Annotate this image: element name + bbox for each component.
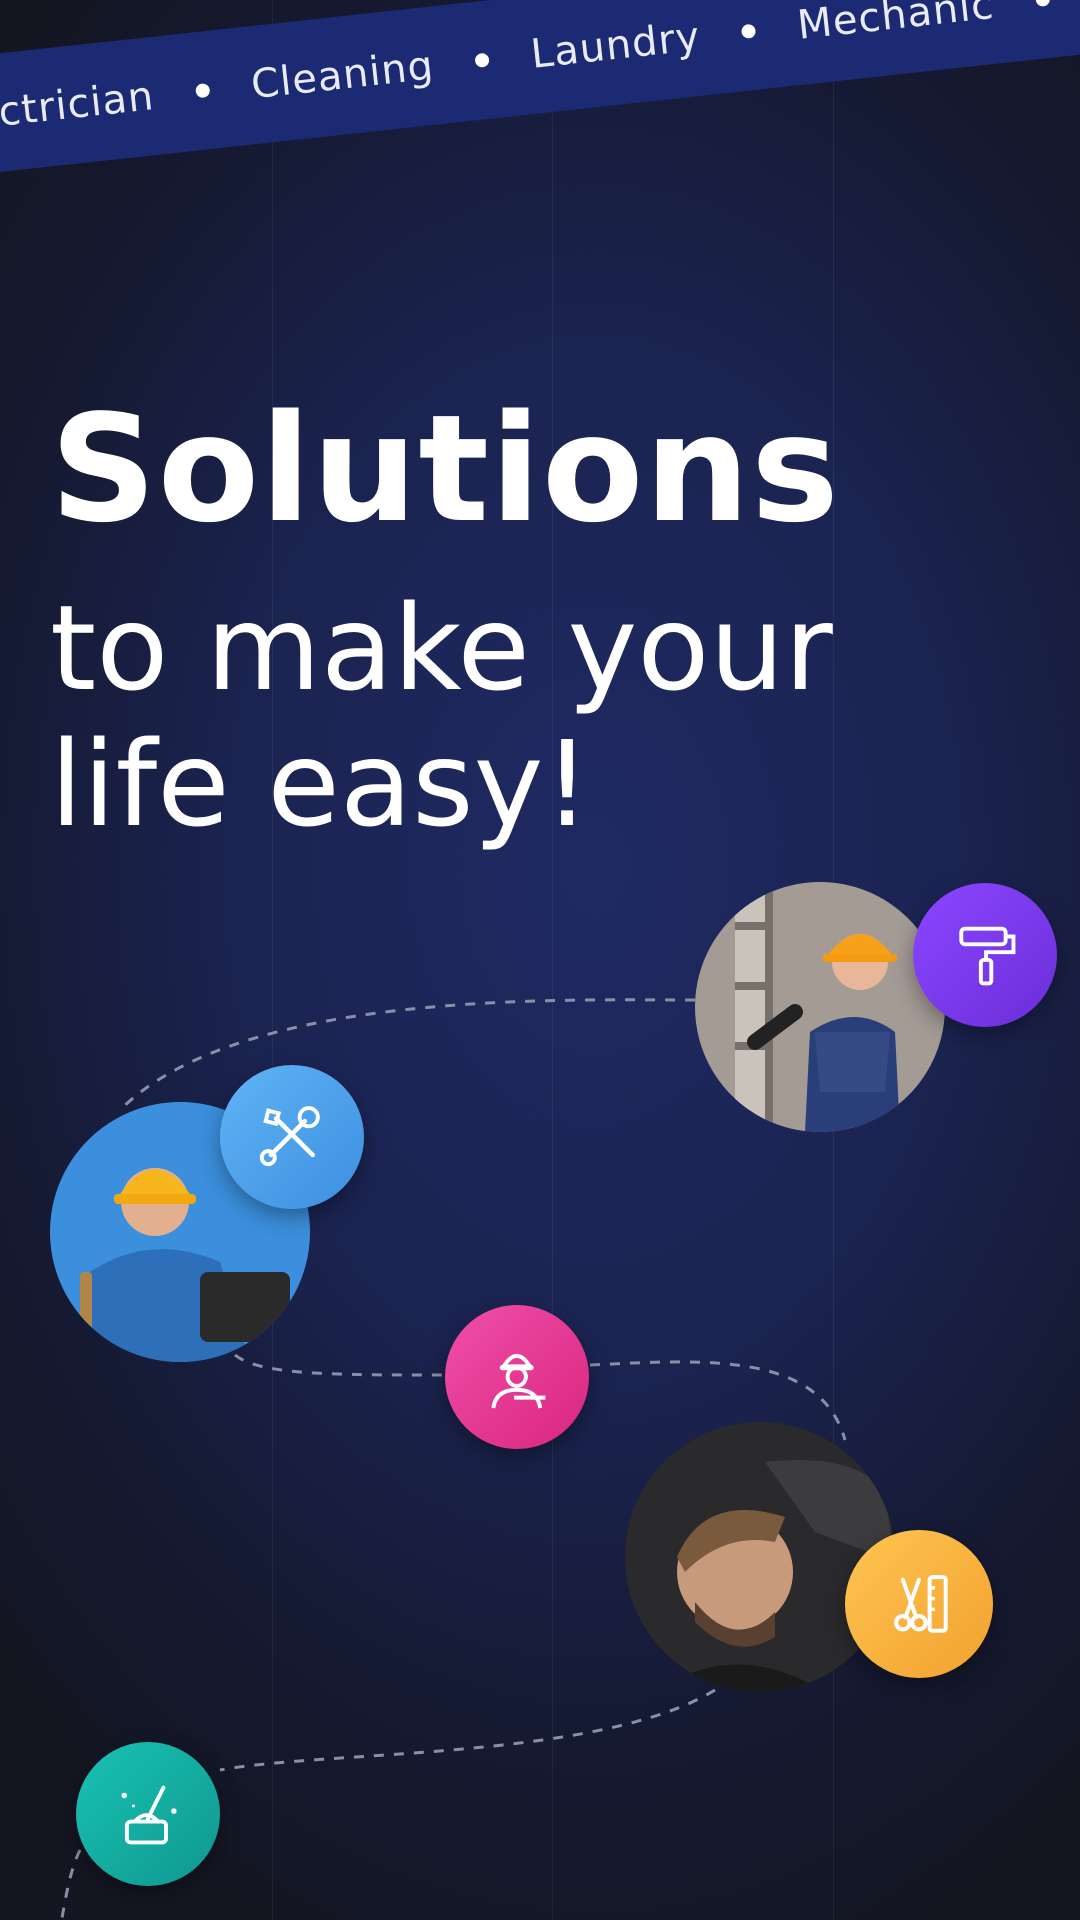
barber-badge[interactable] — [845, 1530, 993, 1678]
barber-icon — [894, 1575, 948, 1633]
tools-badge[interactable] — [220, 1065, 364, 1209]
worker-icon — [491, 1354, 546, 1409]
barber-illustration — [625, 1422, 895, 1692]
tools-icon — [260, 1106, 321, 1167]
painter-illustration — [695, 882, 945, 1132]
paint-roller-icon — [959, 926, 1016, 986]
painter-photo[interactable] — [695, 882, 945, 1132]
cleaning-icon — [121, 1785, 177, 1845]
worker-badge[interactable] — [445, 1305, 589, 1449]
cleaning-badge[interactable] — [76, 1742, 220, 1886]
barber-photo[interactable] — [625, 1422, 895, 1692]
paint-roller-badge[interactable] — [913, 883, 1057, 1027]
